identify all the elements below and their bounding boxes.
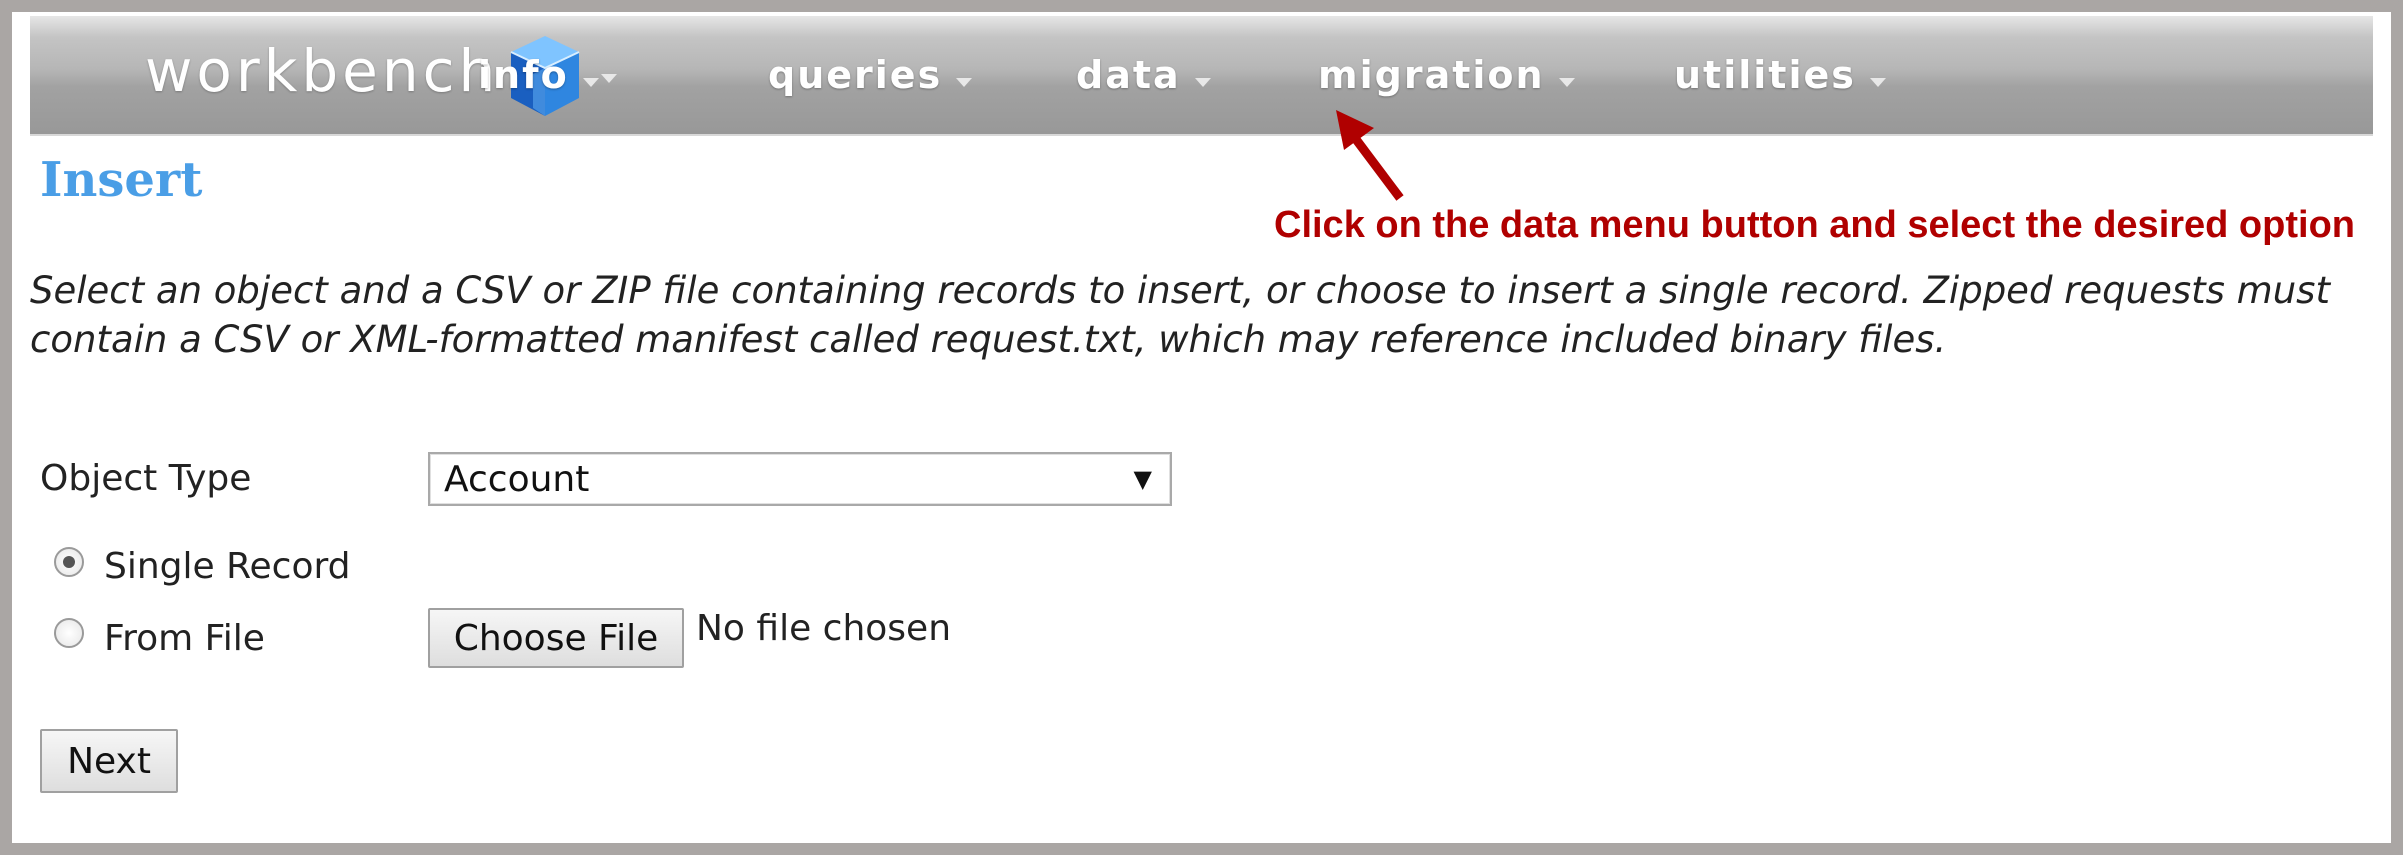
choose-file-button[interactable]: Choose File (428, 608, 684, 668)
annotation-callout: Click on the data menu button and select… (1274, 204, 2355, 246)
file-status-text: No file chosen (696, 608, 952, 649)
object-type-value: Account (444, 458, 590, 500)
chevron-down-icon (1558, 77, 1575, 87)
nav-item-queries[interactable]: queries (768, 50, 973, 100)
chevron-down-icon (1194, 77, 1211, 87)
brand-logo-text: workbench (145, 37, 500, 105)
page-frame: workbench info queries data migration ut… (12, 12, 2391, 843)
page-description: Select an object and a CSV or ZIP file c… (30, 269, 2330, 361)
dropdown-arrow-icon: ▼ (1133, 465, 1152, 493)
nav-item-data[interactable]: data (1076, 50, 1211, 100)
chevron-down-icon (601, 73, 618, 83)
chevron-down-icon (582, 77, 599, 87)
navbar: workbench info queries data migration ut… (30, 16, 2373, 136)
annotation-arrow-icon (1336, 110, 1404, 201)
object-type-label: Object Type (40, 458, 252, 499)
chevron-down-icon (1869, 77, 1886, 87)
nav-item-info[interactable]: info (478, 50, 599, 100)
page-title: Insert (40, 152, 203, 208)
from-file-radio[interactable] (54, 618, 84, 648)
chevron-down-icon (956, 77, 973, 87)
single-record-label: Single Record (104, 546, 351, 587)
next-button[interactable]: Next (40, 729, 178, 793)
nav-item-utilities[interactable]: utilities (1674, 50, 1886, 100)
object-type-select[interactable]: Account ▼ (428, 452, 1172, 506)
single-record-radio[interactable] (54, 547, 84, 577)
nav-item-migration[interactable]: migration (1318, 50, 1575, 100)
from-file-label: From File (104, 618, 265, 659)
